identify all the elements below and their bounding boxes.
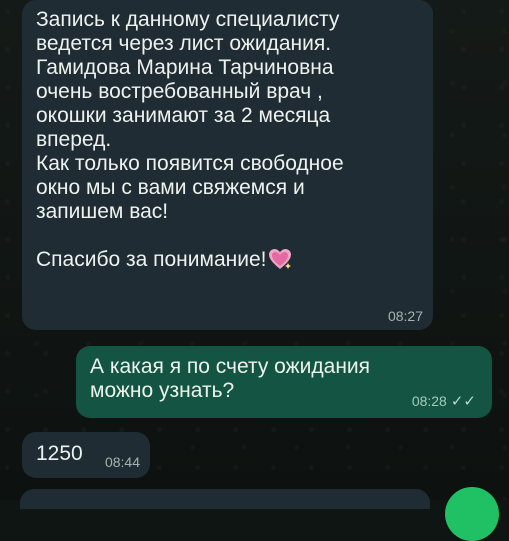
partial-incoming-message-bubble[interactable] bbox=[20, 489, 430, 509]
floating-action-button[interactable] bbox=[445, 487, 499, 541]
message-time: 08:28 ✓✓ bbox=[411, 393, 476, 410]
message-time: 08:27 bbox=[387, 308, 423, 324]
incoming-message-bubble[interactable]: Запись к данному специалисту ведется чер… bbox=[22, 0, 433, 330]
message-time: 08:44 bbox=[104, 454, 140, 470]
message-text: Запись к данному специалисту ведется чер… bbox=[36, 8, 344, 271]
incoming-message-bubble[interactable]: 1250 08:44 bbox=[22, 432, 150, 478]
sparkling-heart-icon bbox=[268, 248, 292, 270]
outgoing-message-bubble[interactable]: А какая я по счету ожидания можно узнать… bbox=[76, 346, 492, 418]
double-check-icon: ✓✓ bbox=[450, 393, 476, 410]
